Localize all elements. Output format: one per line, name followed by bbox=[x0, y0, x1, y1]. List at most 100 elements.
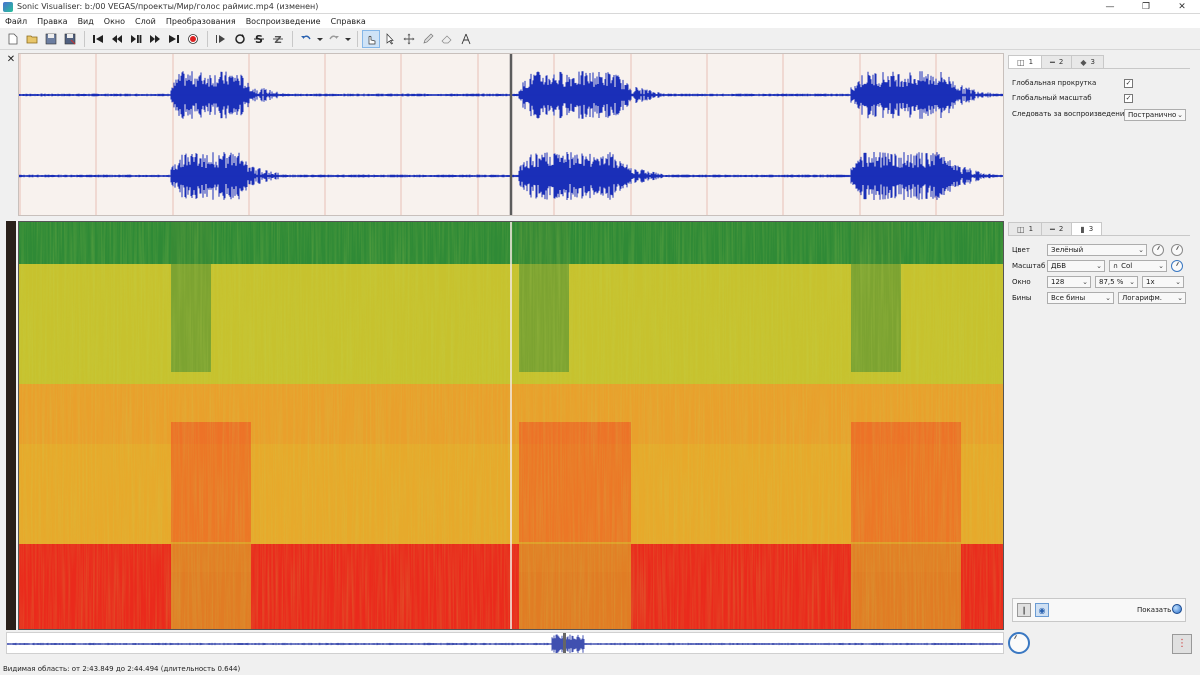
menu-layer[interactable]: Слой bbox=[130, 17, 161, 26]
toolbar-separator bbox=[84, 30, 85, 47]
layer-menu-button[interactable]: ⋮ bbox=[1172, 634, 1192, 654]
zoom-knob[interactable] bbox=[1008, 632, 1030, 654]
column-icon: ∩ bbox=[1113, 262, 1119, 270]
window-size-select[interactable]: 128 ⌄ bbox=[1047, 276, 1091, 288]
tab-layer-3[interactable]: ▮ 3 bbox=[1071, 222, 1103, 235]
undo-dropdown-icon[interactable] bbox=[316, 30, 324, 48]
global-scroll-label: Глобальная прокрутка bbox=[1012, 79, 1097, 87]
select-icon[interactable] bbox=[381, 30, 399, 48]
global-zoom-checkbox[interactable]: ✓ bbox=[1124, 93, 1133, 103]
app-icon bbox=[3, 1, 13, 12]
minimize-icon[interactable]: — bbox=[1092, 0, 1128, 14]
maximize-icon[interactable]: ❐ bbox=[1128, 0, 1164, 14]
play-pause-icon[interactable] bbox=[127, 30, 145, 48]
color-select[interactable]: Зелёный ⌄ bbox=[1047, 244, 1147, 256]
follow-playback-select[interactable]: Постранично ⌄ bbox=[1124, 109, 1186, 121]
scale-row: Масштаб bbox=[1012, 262, 1045, 270]
spectrogram-layer-icon: ◉ bbox=[1038, 605, 1046, 615]
record-icon[interactable] bbox=[184, 30, 202, 48]
tab-view-1[interactable]: ◫ 1 bbox=[1008, 55, 1043, 68]
window-overlap-select[interactable]: 87,5 % ⌄ bbox=[1095, 276, 1138, 288]
follow-label: Следовать за воспроизведением bbox=[1012, 110, 1134, 118]
layer-spectrogram-button[interactable]: ◉ bbox=[1035, 603, 1049, 617]
tab-view-3[interactable]: ◆ 3 bbox=[1071, 55, 1104, 68]
close-icon[interactable]: ✕ bbox=[1164, 0, 1200, 14]
toolbar-separator bbox=[357, 30, 358, 47]
colour-rotation-knob[interactable] bbox=[1171, 260, 1183, 272]
oversample-select[interactable]: 1x ⌄ bbox=[1142, 276, 1184, 288]
layer-tabs: ◫ 1 ━ 2 ▮ 3 bbox=[1008, 222, 1190, 236]
chevron-down-icon: ⌄ bbox=[1082, 278, 1088, 286]
status-text: Видимая область: от 2:43.849 до 2:44.494… bbox=[3, 664, 241, 673]
chevron-down-icon: ⌄ bbox=[1158, 262, 1164, 270]
window-row: Окно bbox=[1012, 278, 1031, 286]
menu-file[interactable]: Файл bbox=[0, 17, 32, 26]
menu-window[interactable]: Окно bbox=[99, 17, 130, 26]
ruler-icon: ━ bbox=[1050, 57, 1055, 67]
erase-icon[interactable] bbox=[438, 30, 456, 48]
chevron-down-icon: ⌄ bbox=[1177, 111, 1183, 119]
tab-view-2[interactable]: ━ 2 bbox=[1041, 55, 1073, 68]
show-toggle-icon[interactable] bbox=[1172, 604, 1182, 614]
save-icon[interactable] bbox=[42, 30, 60, 48]
scale-select[interactable]: ДБВ ⌄ bbox=[1047, 260, 1105, 272]
waveform-view[interactable] bbox=[19, 54, 1004, 216]
chevron-down-icon: ⌄ bbox=[1177, 294, 1183, 302]
ffwd-end-icon[interactable] bbox=[165, 30, 183, 48]
window-controls: — ❐ ✕ bbox=[1092, 0, 1200, 14]
new-file-icon[interactable] bbox=[4, 30, 22, 48]
color-row: Цвет bbox=[1012, 246, 1030, 254]
close-pane-top-icon[interactable]: ✕ bbox=[5, 54, 17, 65]
menu-help[interactable]: Справка bbox=[326, 17, 371, 26]
spectrogram-pane[interactable] bbox=[18, 221, 1004, 630]
follow-row: Следовать за воспроизведением bbox=[1012, 110, 1134, 118]
redo-dropdown-icon[interactable] bbox=[344, 30, 352, 48]
waveform-icon: ◆ bbox=[1080, 57, 1087, 67]
status-bar: Видимая область: от 2:43.849 до 2:44.494… bbox=[0, 662, 1200, 675]
global-scroll-row: Глобальная прокрутка ✓ bbox=[1012, 78, 1186, 88]
threshold-knob[interactable] bbox=[1171, 244, 1183, 256]
app-window: Sonic Visualiser: b:/00 VEGAS/проекты/Ми… bbox=[0, 0, 1200, 675]
solo-icon[interactable]: S bbox=[250, 30, 268, 48]
move-icon[interactable] bbox=[400, 30, 418, 48]
navigate-icon[interactable] bbox=[362, 29, 380, 48]
toolbar: S Z bbox=[0, 28, 1200, 50]
menu-bar: Файл Правка Вид Окно Слой Преобразования… bbox=[0, 14, 1200, 28]
bins-scale-select[interactable]: Логарифм. ⌄ bbox=[1118, 292, 1186, 304]
redo-icon[interactable] bbox=[325, 30, 343, 48]
overview-waveform[interactable] bbox=[7, 633, 1004, 654]
spectrogram-view[interactable] bbox=[19, 222, 1004, 630]
save-as-icon[interactable] bbox=[61, 30, 79, 48]
measure-icon[interactable] bbox=[457, 30, 475, 48]
fast-forward-icon[interactable] bbox=[146, 30, 164, 48]
bins-select[interactable]: Все бины ⌄ bbox=[1047, 292, 1114, 304]
open-icon[interactable] bbox=[23, 30, 41, 48]
draw-icon[interactable] bbox=[419, 30, 437, 48]
loop-icon[interactable] bbox=[231, 30, 249, 48]
rewind-icon[interactable] bbox=[108, 30, 126, 48]
tab-layer-2[interactable]: ━ 2 bbox=[1041, 222, 1073, 235]
title-bar: Sonic Visualiser: b:/00 VEGAS/проекты/Ми… bbox=[0, 0, 1200, 14]
undo-icon[interactable] bbox=[297, 30, 315, 48]
bins-label: Бины bbox=[1012, 294, 1032, 302]
play-selection-icon[interactable] bbox=[212, 30, 230, 48]
global-zoom-row: Глобальный масштаб ✓ bbox=[1012, 93, 1186, 103]
menu-view[interactable]: Вид bbox=[73, 17, 99, 26]
normalize-icon[interactable]: Z bbox=[269, 30, 287, 48]
menu-edit[interactable]: Правка bbox=[32, 17, 72, 26]
layer-info-button[interactable]: ∣ bbox=[1017, 603, 1031, 617]
ruler-icon: ━ bbox=[1050, 224, 1055, 234]
global-scroll-checkbox[interactable]: ✓ bbox=[1124, 78, 1133, 88]
gain-knob[interactable] bbox=[1152, 244, 1164, 256]
menu-playback[interactable]: Воспроизведение bbox=[241, 17, 326, 26]
view-tabs: ◫ 1 ━ 2 ◆ 3 bbox=[1008, 55, 1190, 69]
normalize-select[interactable]: ∩ Col ⌄ bbox=[1109, 260, 1167, 272]
rewind-start-icon[interactable] bbox=[89, 30, 107, 48]
waveform-pane[interactable] bbox=[18, 53, 1004, 216]
overview-pane[interactable] bbox=[6, 632, 1004, 654]
pane-icon: ◫ bbox=[1017, 224, 1025, 234]
tab-layer-1[interactable]: ◫ 1 bbox=[1008, 222, 1043, 235]
menu-transforms[interactable]: Преобразования bbox=[161, 17, 241, 26]
overview-position-marker[interactable] bbox=[563, 633, 566, 654]
spectrogram-scale-gutter bbox=[6, 221, 16, 630]
